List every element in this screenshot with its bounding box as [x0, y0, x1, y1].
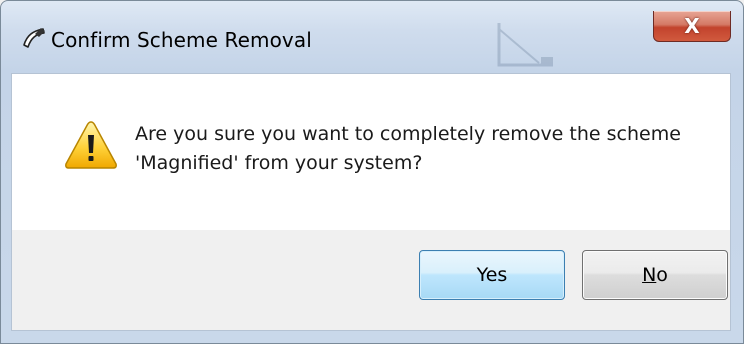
title-bar[interactable]: Confirm Scheme Removal X: [1, 1, 743, 73]
button-bar: Yes No: [11, 230, 731, 331]
no-button-access-key: N: [642, 264, 657, 286]
confirm-dialog: Confirm Scheme Removal X Are you sure yo…: [0, 0, 744, 344]
no-button[interactable]: No: [582, 250, 728, 300]
no-button-label-rest: o: [656, 264, 668, 286]
message-line-1: Are you sure you want to completely remo…: [135, 123, 681, 145]
close-icon: X: [684, 14, 700, 38]
pointer-cursor-icon: [23, 28, 45, 48]
message-area: Are you sure you want to completely remo…: [11, 73, 731, 230]
message-line-2: 'Magnified' from your system?: [135, 152, 423, 174]
dialog-title: Confirm Scheme Removal: [51, 28, 312, 52]
no-button-label: No: [642, 264, 668, 286]
warning-icon: [65, 121, 117, 169]
yes-button-label: Yes: [476, 264, 508, 286]
close-button[interactable]: X: [653, 11, 731, 42]
confirmation-message: Are you sure you want to completely remo…: [135, 120, 681, 178]
yes-button[interactable]: Yes: [419, 250, 565, 300]
